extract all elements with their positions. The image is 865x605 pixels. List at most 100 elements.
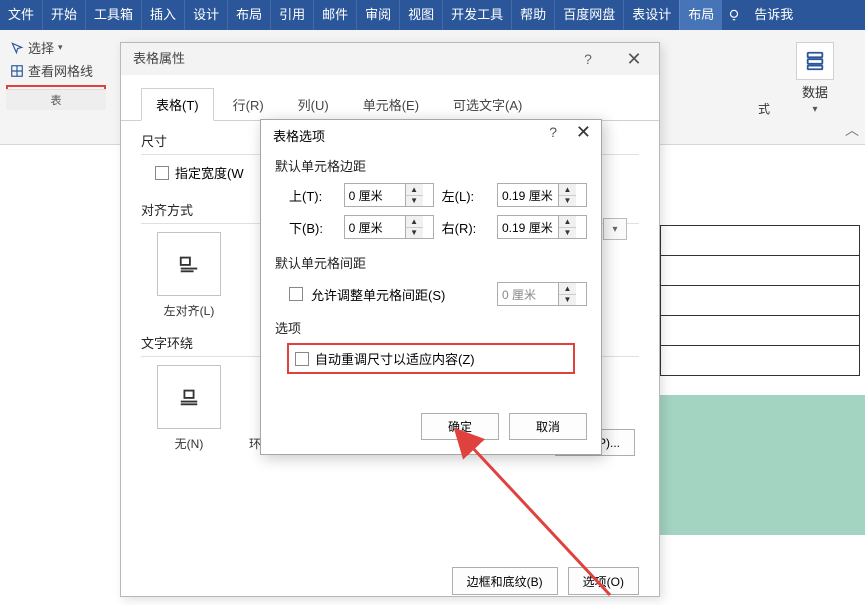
view-gridlines-label: 查看网格线: [28, 61, 93, 80]
close-button[interactable]: ✕: [576, 122, 591, 143]
table-row: [661, 346, 860, 376]
tab-insert[interactable]: 插入: [141, 0, 184, 30]
cursor-icon: [10, 41, 24, 55]
right-label: 右(R):: [442, 218, 489, 237]
specify-width-label: 指定宽度(W: [175, 163, 244, 182]
tab-references[interactable]: 引用: [270, 0, 313, 30]
align-left-icon: [178, 253, 200, 275]
wrap-none-label: 无(N): [155, 435, 223, 452]
tab-layout2[interactable]: 布局: [679, 0, 722, 30]
spin-up-icon[interactable]: ▲: [559, 184, 576, 196]
help-button[interactable]: ?: [549, 124, 557, 140]
ok-button[interactable]: 确定: [421, 413, 499, 440]
auto-resize-label: 自动重调尺寸以适应内容(Z): [315, 349, 475, 368]
ribbon-group-table: 选择 ▾ 查看网格线 属性 表: [6, 36, 106, 110]
table-row: [661, 226, 860, 256]
data-label: 数据▾: [775, 82, 855, 115]
dialog2-title: 表格选项: [273, 126, 325, 145]
tab-toolbox[interactable]: 工具箱: [85, 0, 141, 30]
tab-review[interactable]: 审阅: [356, 0, 399, 30]
options-button[interactable]: 选项(O): [568, 567, 639, 595]
chevron-down-icon: ▾: [812, 104, 817, 115]
spacing-input[interactable]: [498, 283, 558, 305]
tab-baidu[interactable]: 百度网盘: [554, 0, 623, 30]
style-partial-label: 式: [758, 100, 770, 117]
spin-down-icon[interactable]: ▼: [406, 228, 423, 239]
left-label: 左(L):: [442, 186, 489, 205]
spin-down-icon[interactable]: ▼: [406, 196, 423, 207]
spin-down-icon[interactable]: ▼: [559, 228, 576, 239]
select-label: 选择: [28, 38, 54, 57]
close-button[interactable]: ✕: [619, 43, 649, 75]
tab-table[interactable]: 表格(T): [141, 88, 214, 121]
select-dropdown[interactable]: 选择 ▾: [6, 36, 106, 59]
dialog2-titlebar: 表格选项 ? ✕: [261, 120, 601, 150]
cancel-button[interactable]: 取消: [509, 413, 587, 440]
dialog-bottom-buttons: 边框和底纹(B) 选项(O): [141, 567, 639, 595]
spin-up-icon[interactable]: ▲: [406, 216, 423, 228]
document-table: [660, 225, 865, 376]
spacing-spinner[interactable]: ▲▼: [497, 282, 587, 306]
bottom-label: 下(B):: [289, 218, 336, 237]
auto-resize-row: 自动重调尺寸以适应内容(Z): [287, 343, 575, 374]
bottom-spinner[interactable]: ▲▼: [344, 215, 434, 239]
chevron-down-icon: ▾: [58, 42, 63, 53]
tab-devtools[interactable]: 开发工具: [442, 0, 511, 30]
tab-home[interactable]: 开始: [42, 0, 85, 30]
wrap-none-icon: [178, 386, 200, 408]
allow-spacing-label: 允许调整单元格间距(S): [311, 285, 445, 304]
left-input[interactable]: [498, 184, 558, 206]
align-left-label: 左对齐(L): [155, 302, 223, 319]
table[interactable]: [660, 225, 860, 376]
tab-view[interactable]: 视图: [399, 0, 442, 30]
tab-layout1[interactable]: 布局: [227, 0, 270, 30]
tab-tabledesign[interactable]: 表设计: [623, 0, 679, 30]
wrap-none-option[interactable]: 无(N): [155, 365, 223, 452]
left-spinner[interactable]: ▲▼: [497, 183, 587, 207]
top-label: 上(T):: [289, 186, 336, 205]
top-spinner[interactable]: ▲▼: [344, 183, 434, 207]
margins-grid: 上(T): ▲▼ 左(L): ▲▼ 下(B): ▲▼ 右(R): ▲▼: [289, 183, 587, 239]
measure-unit-dropdown[interactable]: ▾: [603, 218, 627, 240]
spin-up-icon[interactable]: ▲: [559, 283, 576, 295]
top-input[interactable]: [345, 184, 405, 206]
tab-cell[interactable]: 单元格(E): [348, 88, 434, 121]
data-button[interactable]: [796, 42, 834, 80]
document-shape: [660, 395, 865, 535]
table-row: [661, 316, 860, 346]
borders-shading-button[interactable]: 边框和底纹(B): [452, 567, 558, 595]
table-row: [661, 286, 860, 316]
collapse-ribbon-icon[interactable]: ︿: [845, 120, 859, 140]
dialog-title: 表格属性: [133, 51, 185, 66]
options-section-label: 选项: [275, 318, 587, 337]
lightbulb-icon[interactable]: [722, 0, 746, 30]
align-left-option[interactable]: 左对齐(L): [155, 232, 223, 319]
group-label-table: 表: [6, 89, 106, 110]
tab-file[interactable]: 文件: [0, 0, 42, 30]
tab-alttext[interactable]: 可选文字(A): [438, 88, 537, 121]
spin-down-icon[interactable]: ▼: [559, 196, 576, 207]
tab-mail[interactable]: 邮件: [313, 0, 356, 30]
auto-resize-checkbox[interactable]: [295, 352, 309, 366]
allow-spacing-checkbox[interactable]: [289, 287, 303, 301]
spin-down-icon[interactable]: ▼: [559, 295, 576, 306]
tell-me[interactable]: 告诉我: [746, 0, 801, 30]
tab-column[interactable]: 列(U): [283, 88, 344, 121]
default-margins-label: 默认单元格边距: [275, 156, 587, 175]
specify-width-checkbox[interactable]: [155, 166, 169, 180]
ribbon-group-data: 数据▾: [775, 42, 855, 115]
table-options-dialog: 表格选项 ? ✕ 默认单元格边距 上(T): ▲▼ 左(L): ▲▼ 下(B):…: [260, 119, 602, 455]
right-spinner[interactable]: ▲▼: [497, 215, 587, 239]
dialog-tabs: 表格(T) 行(R) 列(U) 单元格(E) 可选文字(A): [121, 75, 659, 121]
help-button[interactable]: ?: [573, 43, 603, 75]
tab-row[interactable]: 行(R): [218, 88, 279, 121]
view-gridlines-button[interactable]: 查看网格线: [6, 59, 106, 82]
dialog-titlebar: 表格属性 ? ✕: [121, 43, 659, 75]
right-input[interactable]: [498, 216, 558, 238]
bottom-input[interactable]: [345, 216, 405, 238]
tab-help[interactable]: 帮助: [511, 0, 554, 30]
spin-up-icon[interactable]: ▲: [406, 184, 423, 196]
default-spacing-label: 默认单元格间距: [275, 253, 587, 272]
tab-design[interactable]: 设计: [184, 0, 227, 30]
spin-up-icon[interactable]: ▲: [559, 216, 576, 228]
